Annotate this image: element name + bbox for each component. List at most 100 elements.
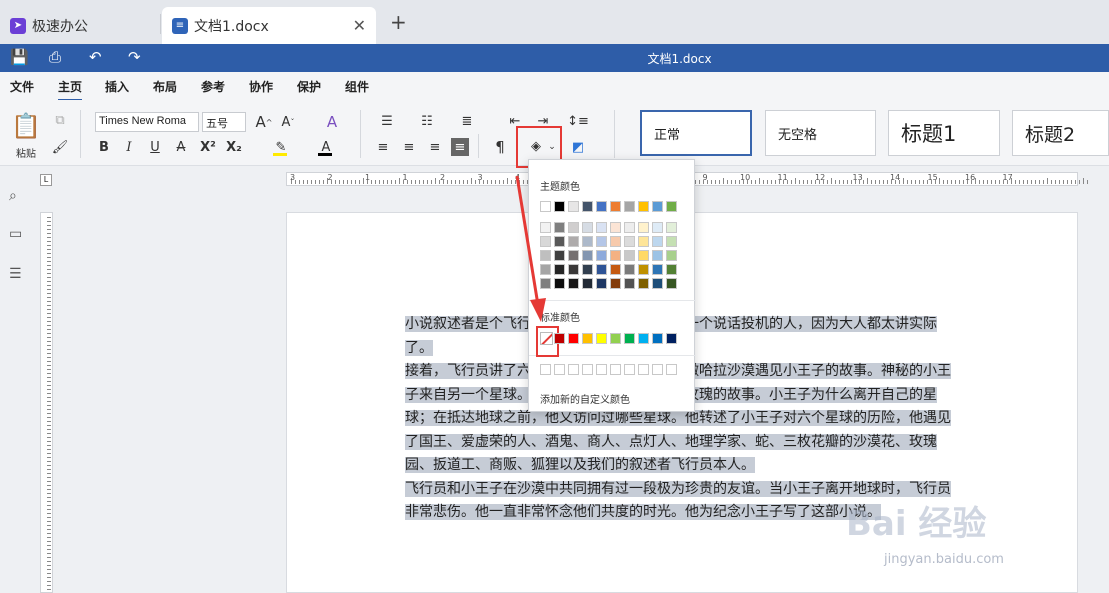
bold-icon[interactable]: B <box>96 138 112 156</box>
numbered-list-icon[interactable]: ☷ <box>414 112 440 130</box>
font-color-icon[interactable]: A <box>315 138 337 156</box>
vertical-ruler[interactable] <box>40 212 53 593</box>
standard-color-swatch[interactable] <box>568 333 579 344</box>
theme-shade-swatch[interactable] <box>652 278 663 289</box>
theme-shade-swatch[interactable] <box>582 222 593 233</box>
theme-shade-swatch[interactable] <box>540 278 551 289</box>
theme-shade-swatch[interactable] <box>540 236 551 247</box>
line-spacing-icon[interactable]: ↕≡ <box>566 112 590 130</box>
theme-shade-swatch[interactable] <box>568 278 579 289</box>
justify-icon[interactable]: ≡ <box>451 138 469 156</box>
strikethrough-icon[interactable]: A <box>173 138 189 156</box>
custom-color-slot[interactable] <box>624 364 635 375</box>
theme-shade-swatch[interactable] <box>582 264 593 275</box>
theme-shade-swatch[interactable] <box>554 236 565 247</box>
theme-shade-swatch[interactable] <box>638 278 649 289</box>
theme-shade-swatch[interactable] <box>624 264 635 275</box>
style-heading1[interactable]: 标题1 <box>888 110 1000 156</box>
custom-color-slot[interactable] <box>596 364 607 375</box>
tab-stop-selector[interactable]: L <box>40 174 52 186</box>
theme-color-swatch[interactable] <box>596 201 607 212</box>
standard-color-swatch[interactable] <box>624 333 635 344</box>
custom-color-slot[interactable] <box>638 364 649 375</box>
theme-shade-swatch[interactable] <box>624 250 635 261</box>
theme-shade-swatch[interactable] <box>554 264 565 275</box>
theme-color-swatch[interactable] <box>610 201 621 212</box>
theme-shade-swatch[interactable] <box>596 236 607 247</box>
theme-color-swatch[interactable] <box>624 201 635 212</box>
theme-shade-swatch[interactable] <box>568 264 579 275</box>
theme-shade-swatch[interactable] <box>638 222 649 233</box>
theme-shade-swatch[interactable] <box>666 222 677 233</box>
theme-shade-swatch[interactable] <box>610 264 621 275</box>
underline-icon[interactable]: U <box>147 138 163 156</box>
menu-references[interactable]: 参考 <box>201 78 225 95</box>
menu-file[interactable]: 文件 <box>10 78 34 95</box>
style-heading2[interactable]: 标题2 <box>1012 110 1109 156</box>
theme-color-swatch[interactable] <box>638 201 649 212</box>
theme-shade-swatch[interactable] <box>568 250 579 261</box>
theme-shade-swatch[interactable] <box>666 236 677 247</box>
theme-shade-swatch[interactable] <box>540 222 551 233</box>
clear-format-icon[interactable]: A <box>322 112 342 132</box>
theme-shade-swatch[interactable] <box>666 250 677 261</box>
add-custom-color-link[interactable]: 添加新的自定义颜色 <box>540 391 630 406</box>
custom-color-slot[interactable] <box>652 364 663 375</box>
align-left-icon[interactable]: ≡ <box>374 138 392 156</box>
theme-shade-swatch[interactable] <box>596 278 607 289</box>
theme-shade-swatch[interactable] <box>582 236 593 247</box>
theme-shade-swatch[interactable] <box>610 250 621 261</box>
standard-color-swatch[interactable] <box>582 333 593 344</box>
align-center-icon[interactable]: ≡ <box>400 138 418 156</box>
standard-color-swatch[interactable] <box>652 333 663 344</box>
theme-shade-swatch[interactable] <box>610 222 621 233</box>
theme-color-swatch[interactable] <box>554 201 565 212</box>
navigation-icon[interactable]: ☰ <box>9 266 22 282</box>
theme-shade-swatch[interactable] <box>638 264 649 275</box>
custom-color-slot[interactable] <box>582 364 593 375</box>
new-tab-button[interactable]: + <box>390 10 407 34</box>
standard-color-swatch[interactable] <box>554 333 565 344</box>
menu-layout[interactable]: 布局 <box>153 78 177 95</box>
theme-shade-swatch[interactable] <box>568 222 579 233</box>
custom-color-slot[interactable] <box>610 364 621 375</box>
theme-shade-swatch[interactable] <box>540 250 551 261</box>
style-no-spacing[interactable]: 无空格 <box>765 110 876 156</box>
menu-components[interactable]: 组件 <box>345 78 369 95</box>
font-size-select[interactable]: 五号 <box>202 112 246 132</box>
custom-color-slot[interactable] <box>666 364 677 375</box>
theme-shade-swatch[interactable] <box>596 264 607 275</box>
tab-app-home[interactable]: ➤ 极速办公 <box>0 7 158 44</box>
paste-icon[interactable]: 📋 <box>11 110 41 142</box>
custom-color-slot[interactable] <box>554 364 565 375</box>
search-icon[interactable]: ⌕ <box>9 188 17 204</box>
menu-home[interactable]: 主页 <box>58 78 83 101</box>
decrease-font-icon[interactable]: Aˇ <box>278 112 298 132</box>
highlight-icon[interactable]: ✎ <box>270 138 292 156</box>
close-icon[interactable]: ✕ <box>353 16 366 35</box>
theme-shade-swatch[interactable] <box>652 250 663 261</box>
theme-shade-swatch[interactable] <box>652 264 663 275</box>
theme-shade-swatch[interactable] <box>652 236 663 247</box>
theme-shade-swatch[interactable] <box>610 278 621 289</box>
theme-shade-swatch[interactable] <box>582 250 593 261</box>
comment-icon[interactable]: ▭ <box>9 226 22 242</box>
theme-shade-swatch[interactable] <box>666 264 677 275</box>
paragraph-mark-icon[interactable]: ¶ <box>488 138 512 156</box>
theme-shade-swatch[interactable] <box>554 278 565 289</box>
theme-shade-swatch[interactable] <box>666 278 677 289</box>
theme-shade-swatch[interactable] <box>582 278 593 289</box>
bullet-list-icon[interactable]: ☰ <box>374 112 400 130</box>
standard-color-swatch[interactable] <box>610 333 621 344</box>
theme-shade-swatch[interactable] <box>568 236 579 247</box>
tab-document[interactable]: ≡ 文档1.docx ✕ <box>162 7 376 44</box>
format-painter-icon[interactable]: 🖌 <box>52 140 69 155</box>
subscript-icon[interactable]: X₂ <box>224 138 244 156</box>
theme-shade-swatch[interactable] <box>540 264 551 275</box>
theme-shade-swatch[interactable] <box>652 222 663 233</box>
theme-shade-swatch[interactable] <box>624 222 635 233</box>
superscript-icon[interactable]: X² <box>198 138 218 156</box>
increase-font-icon[interactable]: A ^ <box>254 112 274 132</box>
style-normal[interactable]: 正常 <box>640 110 752 156</box>
borders-icon[interactable]: ◩ <box>566 138 590 156</box>
